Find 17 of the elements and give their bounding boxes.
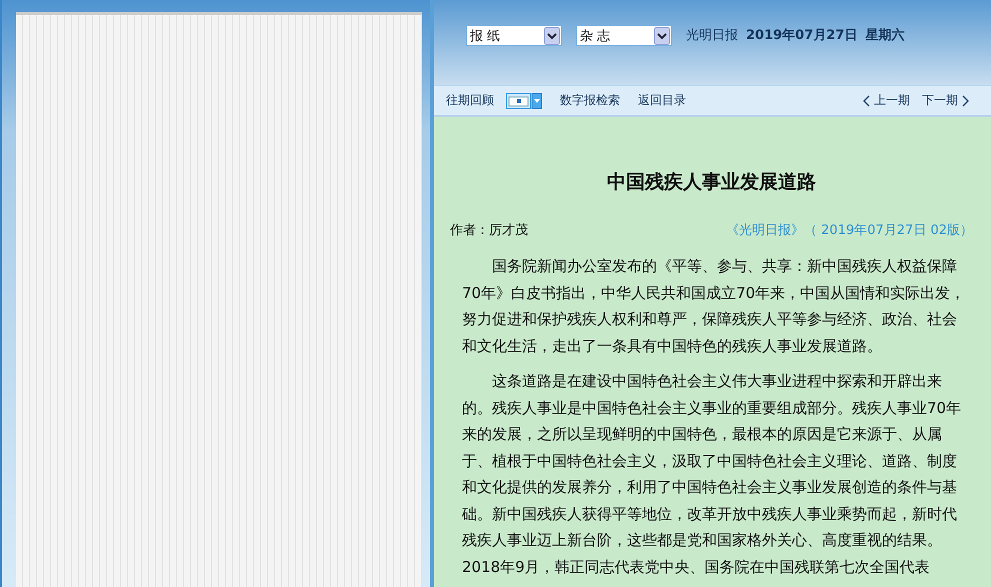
chevron-right-icon [962,94,969,106]
toolbar-link[interactable]: 返回目录 [638,92,686,109]
calendar-icon[interactable] [506,92,542,108]
dropdown-field[interactable]: 报 纸 [466,25,562,46]
article-title: 中国残疾人事业发展道路 [606,170,817,195]
article-paragraph: 这条道路是在建设中国特色社会主义伟大事业进程中探索和开辟出来的。残疾人事业是中国特色社会主义事业的重要组成部分。残疾人事业70年来的发展，之所以呈现鲜明的中国特色，最根本的原因是它来源于、从属于、植根于中国特色社会主义，汲取了中国特色社会主义理论、道路、制度和文化提供的发展养分，利用了中国特色社会主义事业发展创造的条件与基础。新中国残疾人获得平等地位，改革开放中残疾人事业乘势而起，新时代残疾人事业迈上新台阶，这些都是党和国家格外关心、高度重视的结果。2018年9月，韩正同志代表党中央、国务院在中国残联第七次全国代表 [461,371,962,578]
issue-date: 2019年07月27日 [746,27,858,45]
dropdown-field[interactable]: 杂 志 [576,25,672,46]
previous-issue-link[interactable]: 上一期 [863,92,910,109]
masthead-text: 光明日报 [686,27,738,45]
issue-weekday: 星期六 [865,26,904,45]
toolbar-link[interactable]: 数字报检索 [560,92,620,109]
article-paragraph: 国务院新闻办公室发布的《平等、参与、共享：新中国残疾人权益保障70年》白皮书指出，中华人民共和国成立70年来，中国从国情和实际出发，努力促进和保护残疾人权利和尊严，保障残疾人平等参与经济、政治、社会和文化生活，走出了一条具有中国特色的残疾人事业发展道路。 [461,256,966,356]
next-issue-link[interactable]: 下一期 [922,92,969,109]
toolbar-link[interactable]: 往期回顾 [446,92,494,109]
chevron-left-icon [863,94,870,106]
article-author: 作者：厉才茂 [450,222,528,239]
